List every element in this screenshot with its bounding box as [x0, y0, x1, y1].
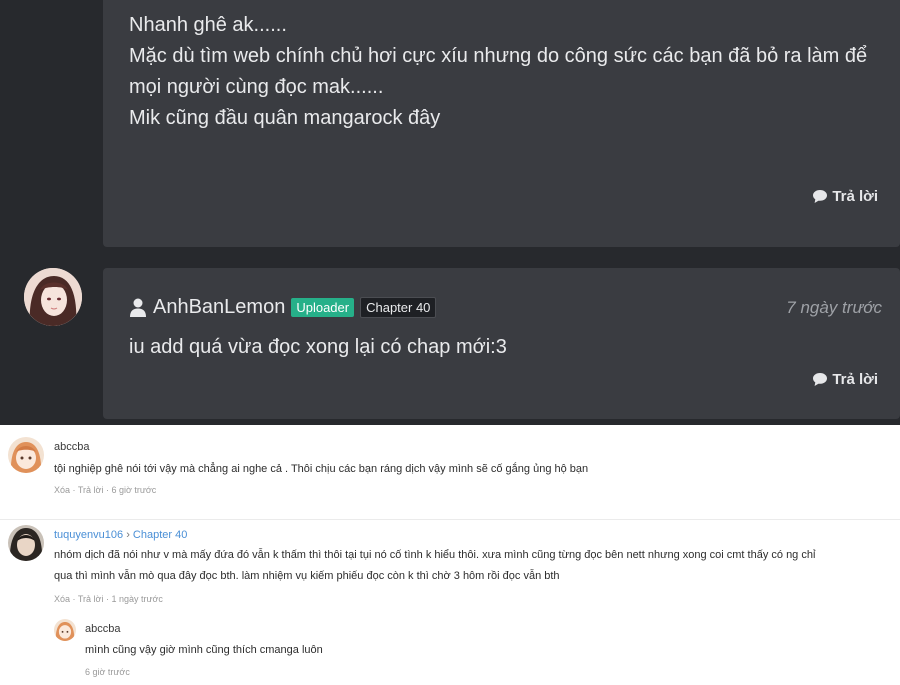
anime-avatar-icon [8, 437, 44, 473]
comment-text: iu add quá vừa đọc xong lại có chap mới:… [129, 336, 507, 358]
comment-line: Nhanh ghê ak...... [129, 14, 287, 36]
speech-bubble-icon [813, 190, 828, 203]
username-link[interactable]: abccba [85, 623, 120, 635]
reply-button[interactable]: Trả lời [812, 371, 878, 388]
light-comment-section: abccba tội nghiệp ghê nói tới vậy mà chẳ… [0, 425, 900, 685]
reply-label: Trả lời [832, 371, 878, 388]
comment-timestamp: 6 giờ trước [111, 485, 157, 495]
comment-line: Mik cũng đầu quân mangarock đây [129, 107, 441, 129]
user-icon [130, 298, 146, 317]
delete-link[interactable]: Xóa [54, 485, 70, 495]
comment-line: qua thì mình vẫn mò qua đây đọc bth. làm… [54, 570, 560, 582]
avatar[interactable] [24, 268, 82, 326]
comment-meta: Xóa · Trả lời · 6 giờ trước [54, 485, 156, 495]
comment-card: AnhBanLemon Uploader Chapter 40 7 ngày t… [103, 268, 900, 419]
uploader-badge: Uploader [291, 298, 355, 317]
reply-link[interactable]: Trả lời [78, 485, 104, 495]
chapter-badge[interactable]: Chapter 40 [360, 297, 437, 318]
comment-text: nhóm dịch đã nói như v mà mấy đứa đó vẫn… [54, 545, 900, 587]
divider [0, 519, 900, 520]
avatar[interactable] [8, 437, 44, 473]
username-link[interactable]: tuquyenvu106 [54, 529, 123, 541]
comment-line: Mặc dù tìm web chính chủ hơi cực xíu như… [129, 45, 868, 67]
comment-line: nhóm dịch đã nói như v mà mấy đứa đó vẫn… [54, 549, 816, 561]
comment-card: Nhanh ghê ak...... Mặc dù tìm web chính … [103, 0, 900, 247]
comment-timestamp: 1 ngày trước [111, 594, 163, 604]
comment-timestamp: 7 ngày trước [786, 298, 882, 317]
comment-header: tuquyenvu106 › Chapter 40 [54, 529, 187, 541]
chevron-right-icon: › [126, 529, 133, 541]
speech-bubble-icon [813, 373, 828, 386]
chapter-link[interactable]: Chapter 40 [133, 529, 187, 541]
comment-text: mình cũng vậy giờ mình cũng thích cmanga… [85, 644, 323, 656]
comment-text: tội nghiệp ghê nói tới vậy mà chẳng ai n… [54, 463, 589, 475]
reply-button[interactable]: Trả lời [812, 188, 878, 205]
comment-timestamp: 6 giờ trước [85, 667, 130, 677]
avatar[interactable] [8, 525, 44, 561]
comment-meta: Xóa · Trả lời · 1 ngày trước [54, 594, 163, 604]
dark-comment-section: Nhanh ghê ak...... Mặc dù tìm web chính … [0, 0, 900, 425]
comment-body: Nhanh ghê ak...... Mặc dù tìm web chính … [129, 10, 867, 134]
reply-label: Trả lời [832, 188, 878, 205]
comment-line: mọi người cùng đọc mak...... [129, 76, 384, 98]
delete-link[interactable]: Xóa [54, 594, 70, 604]
anime-avatar-icon [54, 619, 76, 641]
username-link[interactable]: abccba [54, 441, 89, 453]
comment-header: AnhBanLemon Uploader Chapter 40 [129, 296, 437, 319]
reply-link[interactable]: Trả lời [78, 594, 104, 604]
username-link[interactable]: AnhBanLemon [153, 296, 285, 319]
anime-girl-avatar-icon [24, 268, 82, 326]
dark-hair-avatar-icon [8, 525, 44, 561]
avatar[interactable] [54, 619, 76, 641]
